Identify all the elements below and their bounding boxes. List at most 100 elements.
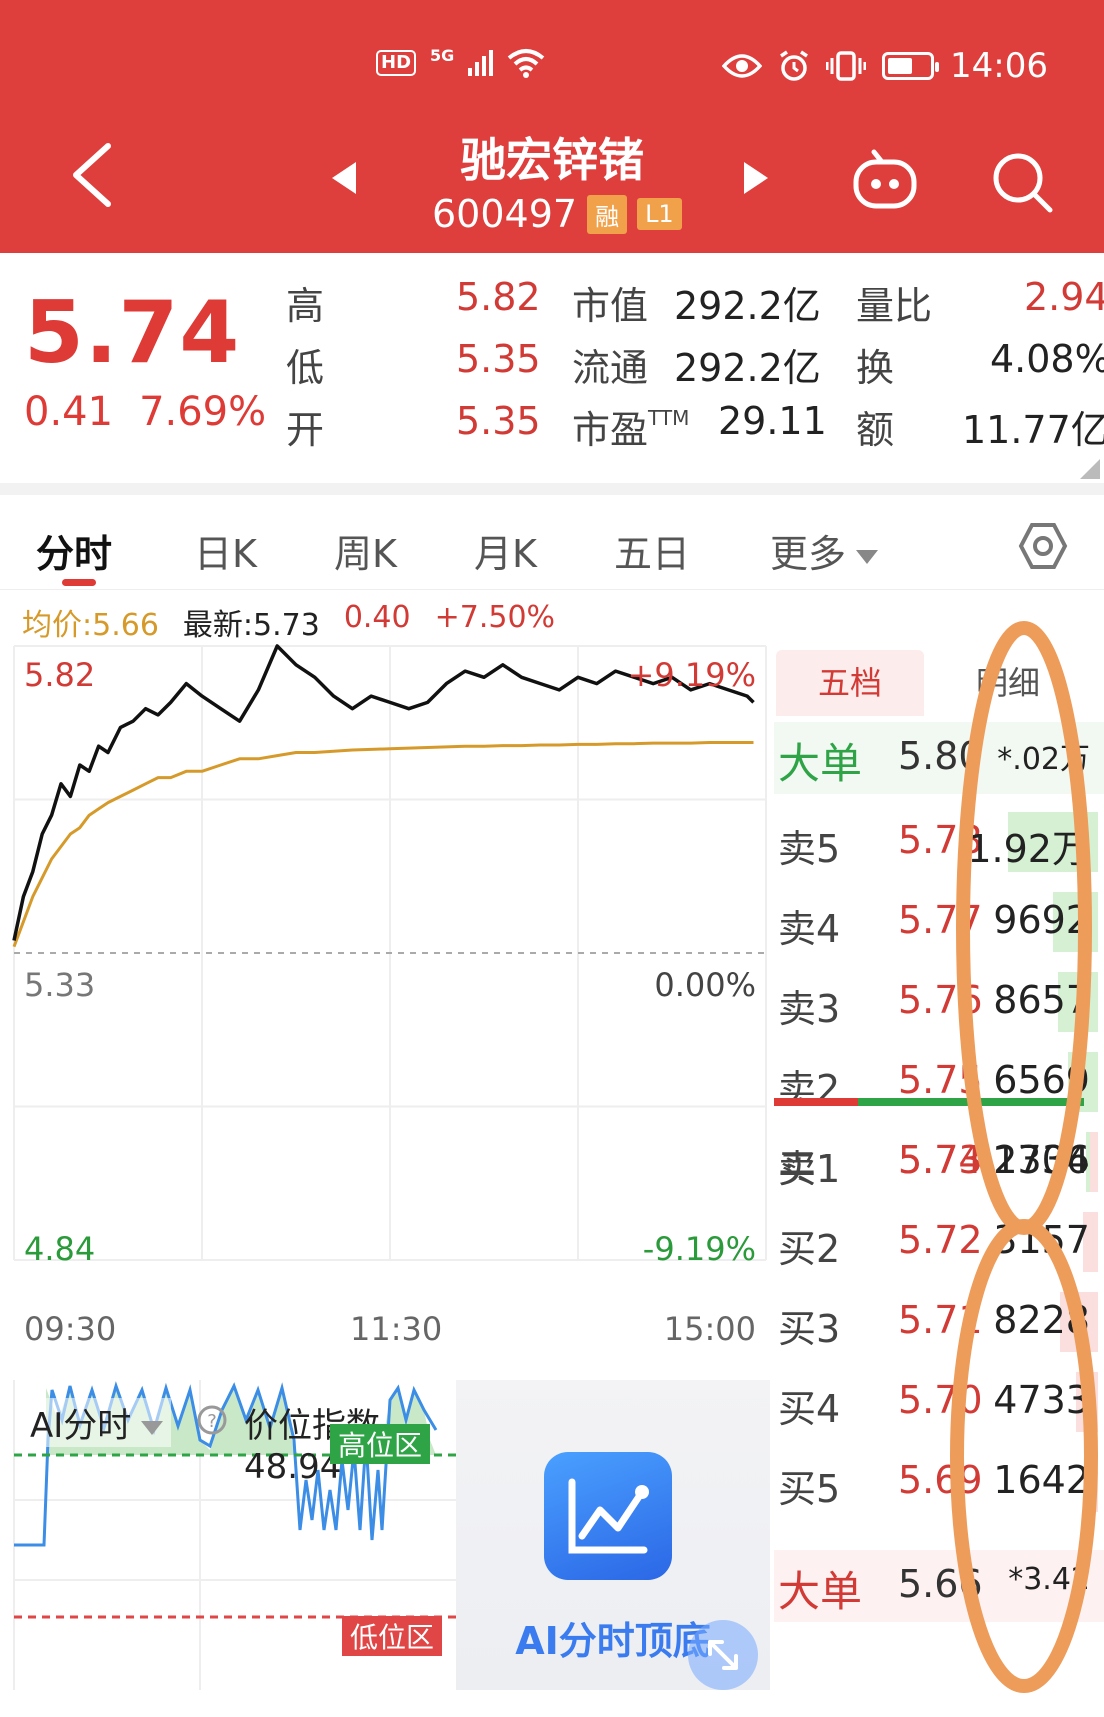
alarm-icon [780,50,808,81]
ai-intraday-chart[interactable]: AI分时 ? 价位指数48.94 高位区 低位区 [0,1380,456,1690]
latest-change: 0.40 [343,600,411,635]
level-volume: 8657 [993,978,1090,1022]
x-tick-open: 09:30 [24,1310,117,1348]
level-price: 5.76 [898,978,983,1022]
quote-summary: 5.74 0.41 7.69% 高 5.82 市值 292.2亿 量比 2.94… [0,253,1104,483]
level-price: 5.73 [898,1138,983,1182]
level-volume: 1.92万 [967,827,1090,871]
pe-value: 29.11 [718,399,827,443]
status-time: 14:06 [950,46,1048,86]
sell-level-row[interactable]: 卖3 5.76 8657 [774,966,1104,1038]
amount-label: 额 [856,408,895,452]
help-icon[interactable]: ? [196,1404,228,1436]
tab-five-levels[interactable]: 五档 [776,650,924,716]
trend-chart-icon [568,1478,649,1554]
buy-level-row[interactable]: 买5 5.69 1642 [774,1446,1104,1518]
big-sell-row[interactable]: 大单 5.80 *.02万 [774,722,1104,794]
level-label: 大单 [778,1567,863,1616]
ai-panel-title[interactable]: AI分时 [22,1398,172,1447]
search-icon[interactable] [990,150,1054,214]
volume-ratio-label: 量比 [856,284,933,328]
level-volume: 8228 [993,1298,1090,1342]
settings-hexagon-icon[interactable] [1018,521,1068,571]
big-buy-row[interactable]: 大单 5.66 *3.42 [774,1550,1104,1622]
margin-tag: 融 [587,194,628,234]
y-tick-prev-close: 5.33 [24,966,96,1004]
level-volume: *.02万 [997,742,1090,777]
open-label: 开 [286,408,325,452]
hd-voice-icon: HD [376,50,417,76]
sell-level-row[interactable]: 卖2 5.75 6569 [774,1046,1104,1118]
ai-promo-card[interactable]: AI分时顶底 [456,1380,770,1690]
level-label: 买2 [778,1227,841,1271]
tab-details[interactable]: 明细 [976,650,1096,716]
avg-price-line [12,741,754,948]
buy-level-row[interactable]: 买2 5.72 3157 [774,1206,1104,1278]
buy-level-row[interactable]: 买3 5.71 8228 [774,1286,1104,1358]
buy-level-row[interactable]: 买1 5.73 1706 [774,1126,1104,1198]
stock-code-row: 600497 融 L1 [432,192,682,236]
signal-strength-icon [468,50,494,76]
buy-level-row[interactable]: 买4 5.70 4733 [774,1366,1104,1438]
intraday-chart[interactable]: 5.82 5.33 4.84 +9.19% 0.00% -9.19% 09:30… [0,640,770,1350]
level-label: 买4 [778,1387,841,1431]
tab-daily-k[interactable]: 日K [194,523,257,578]
section-divider [0,483,1104,495]
sell-level-row[interactable]: 卖4 5.77 9692 [774,886,1104,958]
expand-button[interactable] [688,1620,758,1690]
open-value: 5.35 [456,399,541,443]
sell-level-row[interactable]: 卖5 5.78 1.92万 [774,806,1104,878]
turnover-label: 换 [856,346,895,390]
ai-chart-app-icon[interactable] [544,1452,672,1580]
latest-change-pct: +7.50% [434,600,556,635]
market-cap-value: 292.2亿 [674,284,821,328]
tab-five-day[interactable]: 五日 [614,523,690,578]
low-label: 低 [286,346,325,390]
battery-icon [882,52,940,80]
svg-text:?: ? [207,1411,217,1432]
level-label: 卖5 [778,827,841,871]
tab-intraday[interactable]: 分时 [36,523,112,578]
level-price: 5.80 [898,734,983,778]
tab-more[interactable]: 更多 [770,523,879,578]
volume-bar [1090,1452,1098,1512]
next-stock-icon[interactable] [742,160,770,196]
level-label: 买5 [778,1467,841,1511]
robot-icon[interactable] [852,148,918,210]
chart-tabs: 分时 日K 周K 月K 五日 更多 [0,495,1104,590]
back-arrow-icon[interactable] [66,140,116,210]
level-volume: 6569 [993,1058,1090,1102]
chevron-down-icon [856,549,879,564]
vibrate-icon [826,51,867,81]
level-volume: *3.42 [1008,1562,1090,1597]
high-value: 5.82 [456,275,541,319]
level-price: 5.70 [898,1378,983,1422]
low-zone-label: 低位区 [342,1616,443,1656]
high-zone-label: 高位区 [330,1424,431,1464]
high-label: 高 [286,284,325,328]
order-book: 五档 明细 大单 5.80 *.02万卖5 5.78 1.92万 卖4 5.77 9692 卖3… [774,650,1104,1690]
y-tick-low: 4.84 [24,1230,96,1268]
bid-ratio-fill [858,1098,1084,1106]
ask-ratio-fill [774,1098,858,1106]
price-change: 0.41 [24,389,114,435]
float-cap-label: 流通 [572,346,649,390]
pe-label: 市盈TTM [572,406,690,452]
level-price: 5.71 [898,1298,983,1342]
level-volume: 1706 [993,1138,1090,1182]
tab-weekly-k[interactable]: 周K [334,523,397,578]
float-cap-value: 292.2亿 [674,346,821,390]
network-label: 5G [430,45,455,65]
level-label: 卖3 [778,987,841,1031]
price-change-row: 0.41 7.69% [24,389,266,435]
level-price: 5.66 [898,1562,983,1606]
expand-corner-icon[interactable] [1080,459,1100,479]
level-price: 5.72 [898,1218,983,1262]
price-change-pct: 7.69% [139,389,267,435]
tab-monthly-k[interactable]: 月K [474,523,537,578]
level-tag: L1 [637,198,682,230]
y-tick-right-high: +9.19% [627,656,756,694]
avg-price-label: 均价:5.66 [22,608,159,643]
bid-ask-ratio-bar [774,1098,1084,1106]
level-volume: 9692 [993,898,1090,942]
